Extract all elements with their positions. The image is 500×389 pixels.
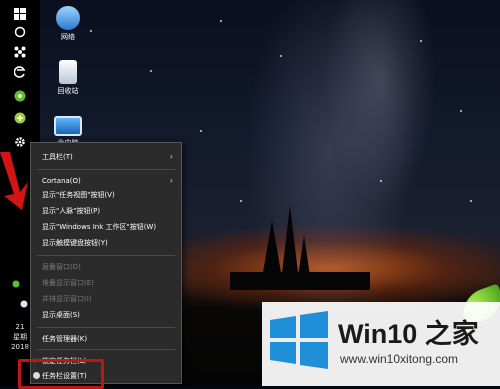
start-icon[interactable] (12, 6, 28, 22)
chevron-right-icon: › (169, 152, 173, 161)
cortana-icon[interactable] (12, 24, 28, 40)
app-yellow-green-icon[interactable] (12, 110, 28, 126)
menu-item-label: 任务管理器(K) (42, 335, 88, 343)
menu-item-label: 显示桌面(S) (42, 311, 80, 319)
menu-item-task-manager[interactable]: 任务管理器(K) (31, 329, 181, 349)
watermark: Win10 之家 www.win10xitong.com (262, 302, 500, 386)
menu-item-toolbars[interactable]: 工具栏(T) › (31, 147, 181, 167)
tree-silhouettes (230, 205, 370, 290)
menu-item-label: 工具栏(T) (42, 153, 73, 161)
recycle-bin-icon (59, 60, 77, 84)
desktop-icon-recycle-bin[interactable]: 回收站 (48, 60, 88, 96)
windows-logo-icon (270, 311, 328, 369)
this-pc-icon (54, 116, 82, 136)
desktop-icon-label: 网络 (61, 33, 75, 41)
network-icon (56, 6, 80, 30)
watermark-url: www.win10xitong.com (340, 352, 459, 366)
red-arrow-annotation (0, 152, 28, 210)
menu-item-show-touch-keyboard[interactable]: 显示触摸键盘按钮(Y) (31, 233, 181, 253)
red-highlight-box (18, 359, 104, 389)
menu-separator (37, 169, 175, 170)
edge-icon[interactable] (12, 64, 28, 80)
menu-item-show-desktop[interactable]: 显示桌面(S) (31, 305, 181, 325)
taskbar-context-menu: 工具栏(T) › Cortana(O) › 显示"任务视图"按钮(V) 显示"人… (30, 142, 182, 384)
settings-gear-icon[interactable] (12, 134, 28, 150)
menu-separator (37, 349, 175, 350)
desktop-icon-label: 回收站 (57, 87, 79, 95)
app-green-icon[interactable] (12, 88, 28, 104)
menu-item-label: 显示触摸键盘按钮(Y) (42, 239, 108, 247)
task-view-icon[interactable] (12, 44, 28, 60)
watermark-brand: Win10 之家 (338, 319, 479, 349)
tray-green-icon[interactable] (8, 276, 24, 292)
desktop-icon-network[interactable]: 网络 (48, 6, 88, 42)
menu-separator (37, 327, 175, 328)
menu-separator (37, 255, 175, 256)
